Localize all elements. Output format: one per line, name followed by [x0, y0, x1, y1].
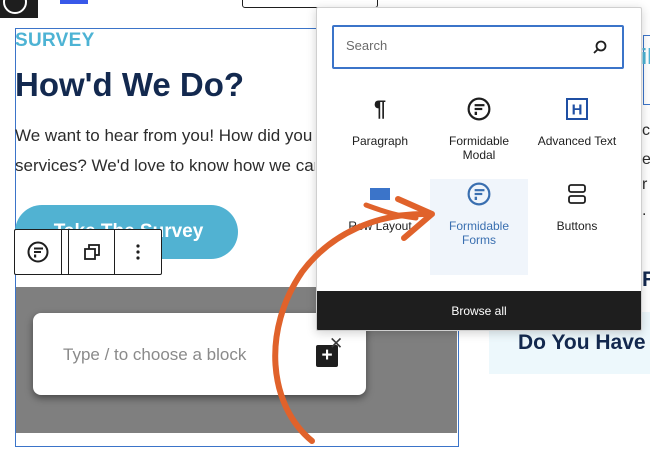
- side-card-heading: Do You Have I: [518, 331, 650, 354]
- side-char: e: [642, 151, 650, 168]
- search-input[interactable]: [346, 38, 566, 53]
- buttons-icon: [568, 184, 586, 204]
- toolbar-toggle-button[interactable]: [60, 0, 88, 4]
- block-options-button[interactable]: [115, 230, 161, 274]
- block-item-label: Advanced Text: [537, 134, 617, 148]
- block-item-label: Row Layout: [348, 219, 412, 233]
- block-item-formidable-modal[interactable]: Formidable Modal: [430, 94, 528, 190]
- row-layout-icon: [370, 188, 390, 200]
- side-char: r: [642, 176, 648, 193]
- body-paragraph[interactable]: We want to hear from you! How did you li…: [15, 121, 315, 181]
- copy-transform-icon: [83, 244, 100, 260]
- block-item-advanced-text[interactable]: H Advanced Text: [528, 94, 626, 190]
- block-item-row-layout[interactable]: Row Layout: [331, 179, 429, 275]
- block-inserter-popover: ¶ Paragraph Formidable Modal H Advanced …: [316, 7, 642, 331]
- body-line: We want to hear from you! How did you li…: [15, 126, 315, 145]
- wordpress-logo-icon[interactable]: [0, 0, 38, 18]
- browse-all-button[interactable]: Browse all: [317, 291, 641, 330]
- appender-placeholder[interactable]: Type / to choose a block: [63, 345, 246, 365]
- formidable-logo-icon: [27, 241, 49, 263]
- search-icon[interactable]: [592, 39, 608, 55]
- transform-block-button[interactable]: [69, 230, 115, 274]
- heading-h-icon: H: [566, 98, 588, 120]
- svg-text:H: H: [572, 102, 583, 119]
- block-item-formidable-forms[interactable]: Formidable Forms: [430, 179, 528, 275]
- block-item-label: Formidable Forms: [448, 219, 510, 247]
- body-line: services? We'd love to know how we can i…: [15, 156, 315, 175]
- more-vertical-icon: [136, 244, 140, 260]
- side-heading-fragment: il: [641, 44, 650, 69]
- paragraph-icon: ¶: [373, 96, 387, 121]
- block-item-label: Paragraph: [351, 134, 409, 148]
- block-item-buttons[interactable]: Buttons: [528, 179, 626, 275]
- side-char: .: [642, 202, 647, 219]
- formidable-block-type-button[interactable]: [15, 230, 62, 274]
- block-item-label: Formidable Modal: [448, 134, 510, 162]
- block-item-label: Buttons: [556, 219, 598, 233]
- side-heading-fragment: R: [642, 268, 650, 291]
- eyebrow-heading[interactable]: SURVEY: [15, 30, 95, 52]
- formidable-logo-icon: [467, 97, 491, 121]
- block-item-paragraph[interactable]: ¶ Paragraph: [331, 94, 429, 190]
- side-char: c: [642, 122, 650, 139]
- toolbar-divider: [62, 230, 69, 274]
- block-toolbar: [14, 229, 162, 275]
- formidable-logo-icon: [467, 182, 491, 206]
- inserter-search[interactable]: [332, 25, 624, 69]
- close-icon[interactable]: ✕: [329, 335, 343, 352]
- page-title[interactable]: How'd We Do?: [15, 66, 244, 104]
